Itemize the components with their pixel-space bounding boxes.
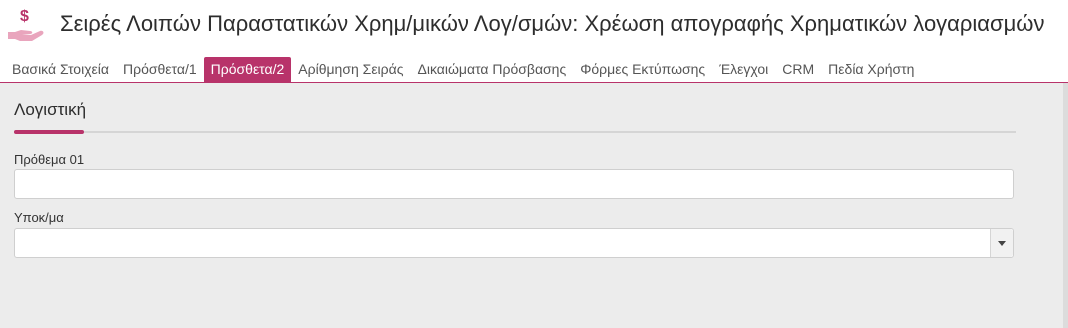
tab-access-rights[interactable]: Δικαιώματα Πρόσβασης — [410, 57, 573, 82]
branch-select[interactable] — [14, 228, 1014, 258]
section-accent-bar — [14, 130, 84, 134]
tab-basic-info[interactable]: Βασικά Στοιχεία — [0, 57, 116, 82]
tab-series-numbering[interactable]: Αρίθμηση Σειράς — [291, 57, 410, 82]
tab-bar: Βασικά Στοιχεία Πρόσθετα/1 Πρόσθετα/2 Αρίθμ… — [0, 57, 1068, 83]
page-title: Σειρές Λοιπών Παραστατικών Χρημ/μικών Λο… — [60, 11, 1045, 36]
tab-checks[interactable]: Έλεγχοι — [712, 57, 775, 82]
svg-text:$: $ — [20, 8, 29, 25]
section-title: Λογιστική — [14, 100, 87, 119]
tab-additional-2[interactable]: Πρόσθετα/2 — [203, 57, 292, 82]
prefix-input[interactable] — [14, 169, 1014, 199]
branch-label: Υποκ/μα — [14, 210, 64, 225]
tab-print-forms[interactable]: Φόρμες Εκτύπωσης — [573, 57, 712, 82]
tab-user-fields[interactable]: Πεδία Χρήστη — [821, 57, 921, 82]
scrollbar[interactable] — [1063, 83, 1068, 328]
money-hand-icon: $ — [8, 8, 44, 41]
tab-additional-1[interactable]: Πρόσθετα/1 — [116, 57, 204, 82]
form-panel: Λογιστική Πρόθεμα 01 Υποκ/μα — [0, 83, 1068, 328]
page-header: $ Σειρές Λοιπών Παραστατικών Χρημ/μικών … — [0, 0, 1068, 52]
tab-crm[interactable]: CRM — [775, 57, 821, 82]
chevron-down-icon — [998, 241, 1006, 246]
branch-dropdown-button[interactable] — [990, 229, 1013, 257]
prefix-label: Πρόθεμα 01 — [14, 152, 85, 167]
section-divider — [14, 131, 1016, 133]
